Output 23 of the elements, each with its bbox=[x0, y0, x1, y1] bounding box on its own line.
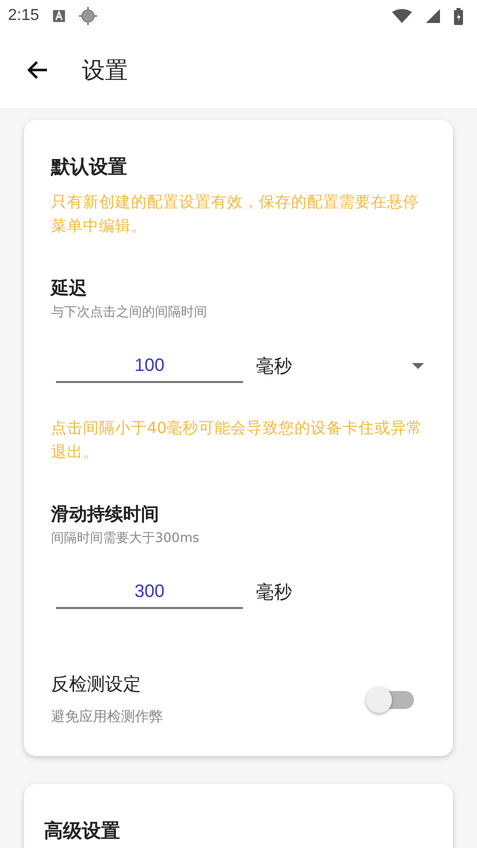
unit-label: 毫秒 bbox=[256, 581, 292, 605]
section-title: 默认设置 bbox=[51, 155, 128, 180]
unit-dropdown[interactable]: 毫秒 bbox=[256, 348, 426, 384]
setting-label: 延迟 bbox=[51, 277, 88, 301]
setting-description: 间隔时间需要大于300ms bbox=[51, 530, 200, 548]
setting-description: 与下次点击之间的间隔时间 bbox=[51, 304, 208, 322]
setting-label: 反检测设定 bbox=[51, 673, 142, 697]
battery-icon bbox=[454, 8, 463, 24]
number-field[interactable]: 100 bbox=[56, 349, 243, 383]
status-time: 2:15 bbox=[8, 7, 40, 25]
signal-icon bbox=[426, 9, 440, 23]
font-icon bbox=[53, 10, 66, 22]
back-arrow-icon[interactable] bbox=[26, 60, 48, 80]
location-icon bbox=[79, 7, 98, 25]
section-title: 高级设置 bbox=[44, 819, 121, 844]
page-title: 设置 bbox=[82, 56, 128, 86]
setting-label: 滑动持续时间 bbox=[51, 503, 160, 527]
dropdown-caret-icon[interactable] bbox=[412, 363, 424, 369]
setting-description: 避免应用检测作弊 bbox=[51, 708, 163, 727]
wifi-icon bbox=[392, 9, 412, 23]
warning-text: 点击间隔小于40毫秒可能会导致您的设备卡住或异常退出。 bbox=[51, 418, 424, 463]
warning-text: 只有新创建的配置设置有效，保存的配置需要在悬停菜单中编辑。 bbox=[51, 192, 420, 237]
number-field[interactable]: 300 bbox=[56, 575, 243, 609]
